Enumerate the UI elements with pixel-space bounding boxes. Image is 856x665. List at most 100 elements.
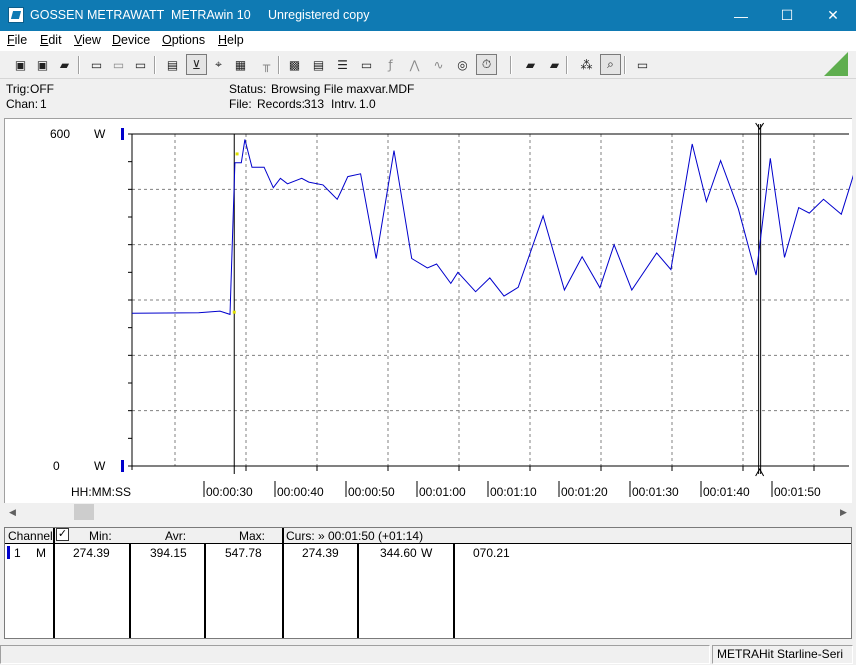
header-max: Max: [239, 529, 266, 543]
close-button[interactable]: ✕ [810, 0, 856, 31]
column-divider [453, 544, 455, 638]
toolbar-separator [154, 56, 156, 74]
menu-options[interactable]: Options [162, 33, 205, 47]
waveform-icon[interactable]: ∿ [428, 54, 449, 75]
row-cursor-min: 274.39 [302, 546, 339, 560]
x-tick-label: 00:01:00 [419, 485, 466, 499]
trig-value: OFF [30, 82, 54, 96]
title-bar: GOSSEN METRAWATT METRAwin 10 Unregistere… [0, 0, 856, 31]
new-file-icon[interactable]: ▣ [10, 54, 31, 75]
scroll-thumb[interactable] [74, 504, 94, 520]
printer-icon[interactable]: ▰ [520, 54, 541, 75]
grid-icon[interactable]: ▦ [230, 54, 251, 75]
x-tick-label: 00:01:20 [561, 485, 608, 499]
row-extra: 070.21 [473, 546, 510, 560]
save-icon[interactable]: ▣ [32, 54, 53, 75]
record-icon[interactable]: ◎ [452, 54, 473, 75]
row-mode: M [36, 546, 46, 560]
x-tick-label: 00:01:10 [490, 485, 537, 499]
window-title-company: GOSSEN METRAWATT [30, 8, 165, 22]
monitor-icon[interactable]: ▭ [356, 54, 377, 75]
menu-edit-label: dit [48, 33, 62, 47]
device-read-icon[interactable]: ▭ [86, 54, 107, 75]
chart-panel[interactable]: 600 0 W W HH:MM:SS 00:00:30 00:00:40 00:00:50 00… [4, 118, 853, 506]
y-axis-bottom-label: 0 [53, 459, 60, 473]
records-value: 313 [304, 97, 325, 111]
list-icon[interactable]: ☰ [332, 54, 353, 75]
header-avr: Avr: [165, 529, 187, 543]
maximize-button[interactable]: ☐ [764, 0, 810, 31]
formula-icon[interactable]: ƒ [380, 54, 401, 75]
comment-icon[interactable]: ▭ [632, 54, 653, 75]
device-stop-icon[interactable]: ▭ [108, 54, 129, 75]
menu-device[interactable]: Device [112, 33, 150, 47]
menu-view[interactable]: View [74, 33, 101, 47]
device-config-icon[interactable]: ▭ [130, 54, 151, 75]
menu-file-label: ile [14, 33, 28, 47]
menu-options-mnemonic: O [162, 33, 172, 47]
cursor-marker [235, 152, 239, 156]
menu-file-mnemonic: F [7, 33, 15, 47]
column-divider [129, 544, 131, 638]
row-min: 274.39 [73, 546, 110, 560]
menu-help[interactable]: Help [218, 33, 244, 47]
x-tick-label: 00:01:30 [632, 485, 679, 499]
channel-color-marker [7, 546, 10, 559]
status-area: Trig: OFF Chan: 1 Status: Browsing File … [0, 80, 856, 116]
toolbar-separator [624, 56, 626, 74]
header-channel: Channel: [8, 529, 57, 543]
scroll-left-button[interactable]: ◀ [4, 503, 21, 521]
menu-options-label: ptions [171, 33, 206, 47]
signal-strength-icon [824, 52, 848, 76]
scroll-right-button[interactable]: ▶ [835, 503, 852, 521]
zoom-cursor-icon[interactable]: ⌕ [600, 54, 621, 75]
series-line [131, 139, 853, 316]
window-title-license: Unregistered copy [268, 8, 370, 22]
open-folder-icon[interactable]: ▰ [54, 54, 75, 75]
x-tick-label: 00:01:40 [703, 485, 750, 499]
menu-edit[interactable]: Edit [40, 33, 62, 47]
minimize-button[interactable]: — [718, 0, 764, 31]
header-cursor: Curs: » 00:01:50 (+01:14) [286, 529, 424, 543]
histogram-icon[interactable]: ╥ [256, 54, 277, 75]
chan-value: 1 [40, 97, 47, 111]
row-avr: 394.15 [150, 546, 187, 560]
menu-view-mnemonic: V [74, 33, 83, 47]
menu-view-label: iew [82, 33, 101, 47]
keyboard-icon[interactable]: ▤ [162, 54, 183, 75]
x-tick-label: 00:00:50 [348, 485, 395, 499]
column-divider [53, 528, 55, 638]
status-label: Status: [229, 82, 267, 96]
zoom-waveform-icon[interactable]: ⊻ [186, 54, 207, 75]
spike-icon[interactable]: ⋀ [404, 54, 425, 75]
channel-checkbox[interactable]: ✓ [56, 528, 69, 541]
export-table-icon[interactable]: ▤ [308, 54, 329, 75]
y-axis-bottom-marker [121, 460, 124, 472]
row-channel[interactable]: 1 [14, 546, 21, 560]
cursor-handle-bottom [755, 467, 765, 477]
row-cursor-value: 344.60 [380, 546, 417, 560]
x-tick-label: 00:00:40 [277, 485, 324, 499]
line-chart[interactable]: 600 0 W W HH:MM:SS 00:00:30 00:00:40 00:00:50 00… [5, 119, 853, 506]
file-label: File: [229, 97, 252, 111]
crosshair-icon[interactable]: ⌖ [208, 54, 229, 75]
zoom-signal-icon[interactable]: ⁂ [576, 54, 597, 75]
copy-window-icon[interactable]: ▩ [284, 54, 305, 75]
table-header: Channel: ✓ Min: Avr: Max: Curs: » 00:01:… [5, 528, 851, 544]
trig-label: Trig: [6, 82, 30, 96]
menu-file[interactable]: File [7, 33, 27, 47]
intrv-label: Intrv. [331, 97, 357, 111]
status-pane-main [0, 645, 710, 664]
y-axis-unit-bottom: W [94, 459, 106, 473]
column-divider [357, 544, 359, 638]
toolbar-separator [510, 56, 512, 74]
horizontal-scrollbar[interactable]: ◀ ▶ [4, 503, 852, 521]
print-preview-icon[interactable]: ▰ [544, 54, 565, 75]
window-title-app: METRAwin 10 [171, 8, 251, 22]
column-divider [282, 528, 284, 638]
row-unit: W [421, 546, 433, 560]
toolbar-separator [278, 56, 280, 74]
stopwatch-icon[interactable]: ⏱ [476, 54, 497, 75]
row-max: 547.78 [225, 546, 262, 560]
app-logo-icon[interactable] [8, 7, 24, 23]
